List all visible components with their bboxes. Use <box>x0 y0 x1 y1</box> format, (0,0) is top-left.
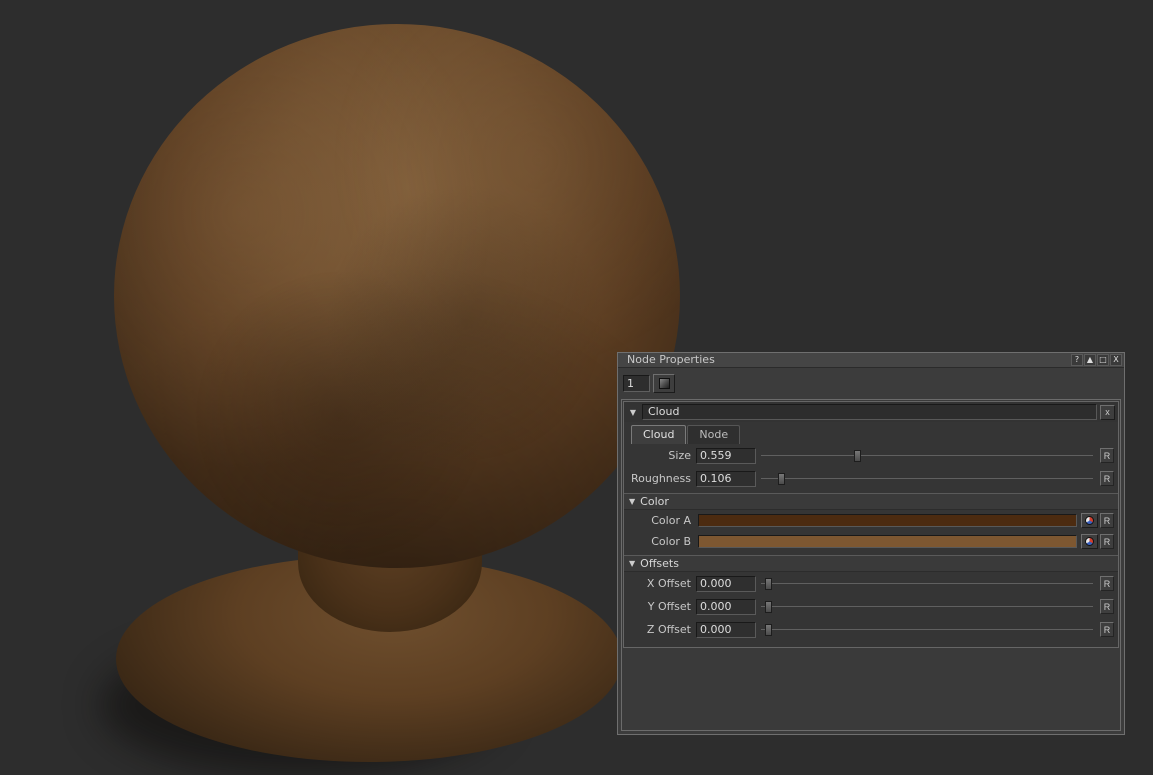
slider-handle[interactable] <box>854 450 861 462</box>
y-offset-input[interactable] <box>696 599 756 615</box>
slider-handle[interactable] <box>765 601 772 613</box>
roughness-input[interactable] <box>696 471 756 487</box>
cloud-node-group: ▼ Cloud x Cloud Node Size R Roughnes <box>623 401 1119 648</box>
color-wheel-icon <box>1085 537 1094 546</box>
y-offset-row: Y Offset R <box>624 595 1118 618</box>
node-properties-window: Node Properties ? ▲ □ X ▼ Cloud x Cloud … <box>617 352 1125 735</box>
size-reset-button[interactable]: R <box>1100 448 1114 463</box>
offsets-section-header[interactable]: ▼ Offsets <box>624 555 1118 572</box>
color-a-reset-button[interactable]: R <box>1100 513 1114 528</box>
jump-to-node-button[interactable] <box>653 374 675 393</box>
slider-track <box>761 606 1093 607</box>
roughness-row: Roughness R <box>624 467 1118 490</box>
collapse-arrow-icon[interactable]: ▼ <box>627 408 639 417</box>
slider-track <box>761 629 1093 630</box>
color-a-picker-button[interactable] <box>1081 513 1098 528</box>
color-b-label: Color B <box>624 535 696 548</box>
tab-cloud[interactable]: Cloud <box>631 425 686 444</box>
roughness-label: Roughness <box>624 472 696 485</box>
size-label: Size <box>624 449 696 462</box>
node-toolbar <box>618 368 1124 398</box>
node-index-input[interactable] <box>623 375 650 392</box>
titlebar[interactable]: Node Properties ? ▲ □ X <box>618 353 1124 368</box>
color-section-title: Color <box>640 495 669 508</box>
color-section-header[interactable]: ▼ Color <box>624 493 1118 510</box>
collapse-arrow-icon[interactable]: ▼ <box>629 559 635 568</box>
size-input[interactable] <box>696 448 756 464</box>
z-offset-input[interactable] <box>696 622 756 638</box>
y-offset-label: Y Offset <box>624 600 696 613</box>
close-icon[interactable]: X <box>1110 354 1122 366</box>
slider-track <box>761 455 1093 456</box>
x-offset-slider[interactable] <box>761 575 1093 593</box>
slider-track <box>761 583 1093 584</box>
color-b-reset-button[interactable]: R <box>1100 534 1114 549</box>
help-icon[interactable]: ? <box>1071 354 1083 366</box>
color-b-row: Color B R <box>624 531 1118 552</box>
material-ball-sphere <box>114 24 680 568</box>
node-name-box[interactable]: Cloud <box>642 404 1097 420</box>
z-offset-label: Z Offset <box>624 623 696 636</box>
roughness-reset-button[interactable]: R <box>1100 471 1114 486</box>
z-offset-slider[interactable] <box>761 621 1093 639</box>
cloud-node-header: ▼ Cloud x <box>624 402 1118 422</box>
jump-to-node-icon <box>659 378 670 389</box>
y-offset-slider[interactable] <box>761 598 1093 616</box>
tab-node[interactable]: Node <box>687 425 740 444</box>
slider-handle[interactable] <box>765 624 772 636</box>
roughness-slider[interactable] <box>761 470 1093 488</box>
x-offset-label: X Offset <box>624 577 696 590</box>
color-a-swatch[interactable] <box>698 514 1077 527</box>
window-controls: ? ▲ □ X <box>1071 354 1122 366</box>
z-offset-row: Z Offset R <box>624 618 1118 641</box>
color-a-row: Color A R <box>624 510 1118 531</box>
slider-track <box>761 478 1093 479</box>
remove-node-button[interactable]: x <box>1100 405 1115 420</box>
size-row: Size R <box>624 444 1118 467</box>
pin-icon[interactable]: ▲ <box>1084 354 1096 366</box>
color-b-swatch[interactable] <box>698 535 1077 548</box>
collapse-arrow-icon[interactable]: ▼ <box>629 497 635 506</box>
offsets-section-title: Offsets <box>640 557 679 570</box>
restore-icon[interactable]: □ <box>1097 354 1109 366</box>
color-wheel-icon <box>1085 516 1094 525</box>
slider-handle[interactable] <box>778 473 785 485</box>
y-offset-reset-button[interactable]: R <box>1100 599 1114 614</box>
window-title: Node Properties <box>627 353 1071 367</box>
node-tabs: Cloud Node <box>624 422 1118 444</box>
x-offset-input[interactable] <box>696 576 756 592</box>
z-offset-reset-button[interactable]: R <box>1100 622 1114 637</box>
color-a-label: Color A <box>624 514 696 527</box>
size-slider[interactable] <box>761 447 1093 465</box>
slider-handle[interactable] <box>765 578 772 590</box>
x-offset-reset-button[interactable]: R <box>1100 576 1114 591</box>
color-b-picker-button[interactable] <box>1081 534 1098 549</box>
x-offset-row: X Offset R <box>624 572 1118 595</box>
properties-scroll-area[interactable]: ▼ Cloud x Cloud Node Size R Roughnes <box>621 399 1121 731</box>
